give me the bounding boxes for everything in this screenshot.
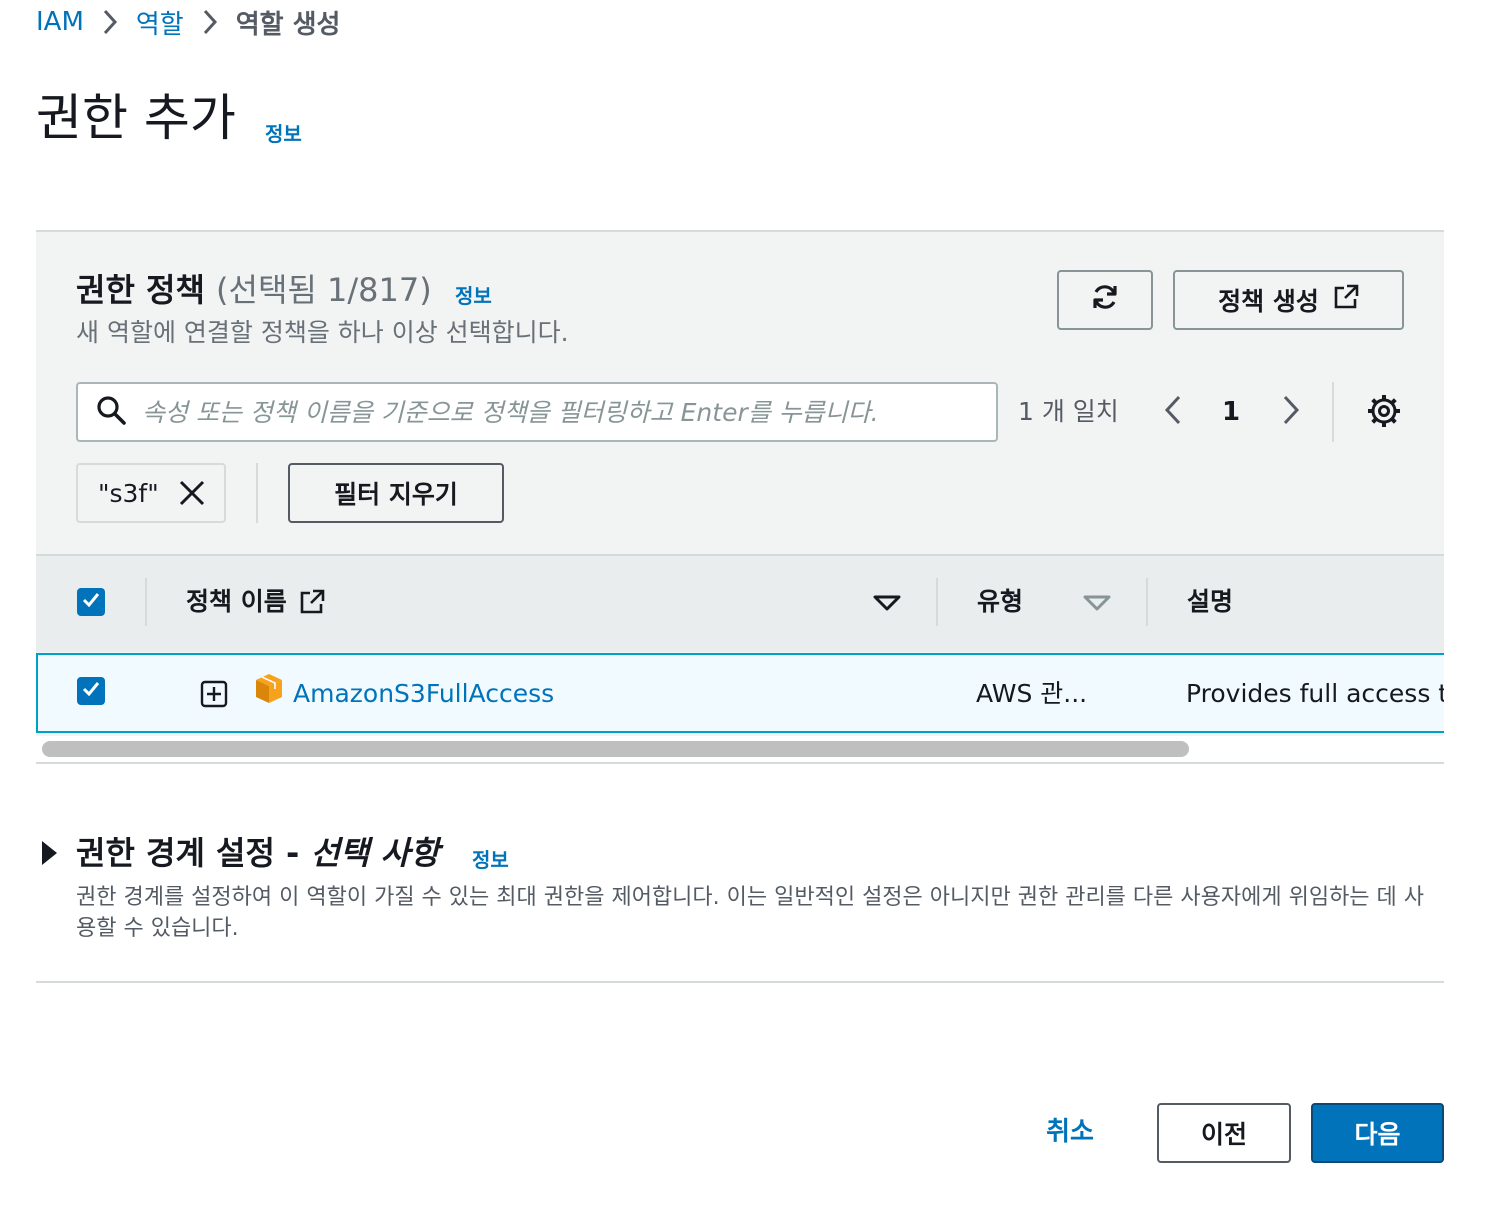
breadcrumb-iam[interactable]: IAM	[36, 7, 84, 37]
sort-type-button[interactable]	[1082, 594, 1114, 614]
boundary-expand-toggle[interactable]	[40, 840, 60, 870]
chevron-right-icon	[184, 9, 236, 35]
boundary-info-link[interactable]: 정보	[472, 844, 509, 873]
aws-policy-cube-icon	[253, 672, 285, 704]
table-scrollbar-thumb[interactable]	[42, 741, 1189, 757]
pagination-next-button[interactable]	[1276, 394, 1306, 430]
refresh-button[interactable]	[1057, 270, 1153, 330]
clear-filters-button[interactable]: 필터 지우기	[288, 463, 504, 523]
caret-right-icon	[40, 840, 58, 870]
select-all-checkbox[interactable]	[77, 588, 105, 616]
page-title: 권한 추가	[36, 89, 236, 147]
chevron-right-icon	[1282, 395, 1300, 429]
breadcrumb: IAM 역할 역할 생성	[36, 4, 340, 40]
boundary-description: 권한 경계를 설정하여 이 역할이 가질 수 있는 최대 권한을 제어합니다. …	[76, 885, 1425, 941]
sort-policy-name-button[interactable]	[872, 594, 904, 614]
filter-token: "s3f"	[76, 463, 226, 523]
panel-bottom-border	[36, 762, 1444, 764]
policies-info-link[interactable]: 정보	[455, 280, 492, 309]
boundary-title[interactable]: 권한 경계 설정 - 선택 사항	[76, 830, 439, 876]
match-count: 1 개 일치	[1018, 397, 1119, 426]
external-link-icon	[299, 589, 325, 615]
external-link-icon	[1333, 284, 1359, 316]
breadcrumb-roles[interactable]: 역할	[136, 4, 184, 41]
column-header-description: 설명	[1187, 587, 1234, 616]
settings-gear-icon	[1367, 394, 1401, 432]
policy-search-input[interactable]	[142, 397, 962, 427]
create-policy-label: 정책 생성	[1218, 287, 1319, 316]
row-checkbox[interactable]	[77, 677, 105, 705]
check-icon	[81, 590, 101, 614]
create-policy-button[interactable]: 정책 생성	[1173, 270, 1404, 330]
breadcrumb-current: 역할 생성	[235, 9, 341, 40]
filter-token-label: "s3f"	[98, 478, 159, 508]
caret-down-icon	[872, 594, 902, 614]
check-icon	[81, 679, 101, 703]
next-button[interactable]: 다음	[1311, 1103, 1444, 1163]
page-info-link[interactable]: 정보	[265, 118, 302, 147]
table-preferences-button[interactable]	[1364, 393, 1404, 433]
column-divider	[1146, 578, 1148, 626]
column-divider	[936, 578, 938, 626]
policy-search-box[interactable]	[76, 382, 998, 442]
chevron-left-icon	[1164, 395, 1182, 429]
filter-divider	[256, 463, 258, 523]
boundary-optional-label: 선택 사항	[310, 834, 440, 872]
column-header-policy-name[interactable]: 정책 이름	[186, 580, 325, 624]
policy-name-link[interactable]: AmazonS3FullAccess	[293, 674, 554, 714]
chevron-right-icon	[84, 9, 136, 35]
policies-selected-count: (선택됨 1/817)	[216, 271, 432, 309]
section-divider	[36, 981, 1444, 983]
caret-down-icon	[1082, 594, 1112, 614]
policies-description: 새 역할에 연결할 정책을 하나 이상 선택합니다.	[76, 318, 569, 347]
cancel-button[interactable]: 취소	[1036, 1112, 1104, 1152]
search-icon	[96, 395, 126, 429]
column-header-type[interactable]: 유형	[977, 580, 1023, 624]
pagination-divider	[1332, 382, 1334, 442]
previous-button[interactable]: 이전	[1157, 1103, 1291, 1163]
close-icon[interactable]	[179, 480, 205, 506]
policies-title: 권한 정책 (선택됨 1/817)	[76, 271, 432, 309]
expand-row-button[interactable]	[200, 680, 228, 708]
column-divider	[145, 578, 147, 626]
pagination-previous-button[interactable]	[1158, 394, 1188, 430]
expand-plus-icon	[200, 680, 228, 712]
policy-description: Provides full access t	[1186, 679, 1444, 708]
pagination-page-number[interactable]: 1	[1214, 394, 1248, 430]
refresh-icon	[1090, 282, 1120, 318]
policy-type: AWS 관...	[976, 679, 1088, 708]
